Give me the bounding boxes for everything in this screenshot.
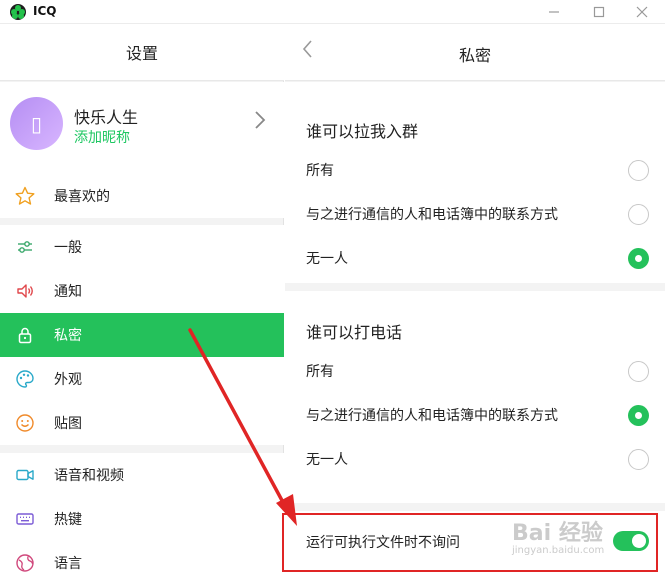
lock-icon — [14, 324, 36, 346]
option-label: 所有 — [306, 163, 334, 179]
keyboard-icon — [14, 508, 36, 530]
sidebar-item-notifications[interactable]: 通知 — [0, 269, 284, 313]
video-icon — [14, 464, 36, 486]
smiley-icon — [14, 412, 36, 434]
option-row[interactable]: 与之进行通信的人和电话簿中的联系方式 — [285, 393, 665, 437]
star-icon — [14, 185, 36, 207]
sidebar-item-label: 热键 — [54, 512, 82, 528]
option-row[interactable]: 与之进行通信的人和电话簿中的联系方式 — [285, 192, 665, 236]
sidebar-item-language[interactable]: 语言 — [0, 541, 284, 579]
watermark-text: Bai 经验 — [512, 521, 603, 546]
sidebar-title: 设置 — [0, 24, 284, 81]
section-who-can-call: 谁可以打电话 所有 与之进行通信的人和电话簿中的联系方式 无一人 — [285, 291, 665, 503]
watermark-url: jingyan.baidu.com — [512, 545, 605, 556]
title-bar: ICQ — [0, 0, 665, 24]
app-title: ICQ — [33, 4, 57, 18]
icq-logo-icon — [10, 4, 26, 20]
sidebar-item-label: 通知 — [54, 284, 82, 300]
sidebar-item-privacy[interactable]: 私密 — [0, 313, 284, 357]
sidebar-group-main: 一般 通知 私密 外观 贴图 — [0, 225, 284, 445]
radio-button-selected[interactable] — [628, 405, 649, 426]
maximize-icon[interactable] — [579, 0, 619, 24]
section-title: 谁可以打电话 — [306, 323, 403, 342]
avatar[interactable]: ▯ — [10, 97, 63, 150]
sidebar-item-label: 语言 — [54, 556, 82, 572]
page-title: 私密 — [458, 46, 491, 65]
close-icon[interactable] — [622, 0, 662, 24]
option-label: 无一人 — [306, 452, 348, 468]
settings-sidebar: 设置 ▯ 快乐人生 添加昵称 最喜欢的 一般 通知 私密 外观 贴图 语音和视频… — [0, 24, 284, 579]
option-label: 无一人 — [306, 251, 348, 267]
sidebar-item-stickers[interactable]: 贴图 — [0, 401, 284, 445]
minimize-icon[interactable] — [534, 0, 574, 24]
sidebar-item-label: 私密 — [54, 328, 82, 344]
profile-name: 快乐人生 — [74, 108, 139, 127]
sidebar-item-label: 一般 — [54, 240, 82, 256]
sidebar-item-label: 最喜欢的 — [54, 189, 110, 205]
option-label: 与之进行通信的人和电话簿中的联系方式 — [306, 207, 558, 223]
sidebar-item-appearance[interactable]: 外观 — [0, 357, 284, 401]
sidebar-item-label: 外观 — [54, 372, 82, 388]
section-add-to-group: 谁可以拉我入群 所有 与之进行通信的人和电话簿中的联系方式 无一人 — [285, 82, 665, 283]
sidebar-item-voice-video[interactable]: 语音和视频 — [0, 453, 284, 497]
option-row[interactable]: 所有 — [285, 148, 665, 192]
palette-icon — [14, 368, 36, 390]
sliders-icon — [14, 236, 36, 258]
radio-button-selected[interactable] — [628, 248, 649, 269]
watermark: Bai 经验 jingyan.baidu.com — [512, 515, 632, 565]
option-label: 与之进行通信的人和电话簿中的联系方式 — [306, 408, 558, 424]
option-row[interactable]: 无一人 — [285, 236, 665, 280]
radio-button[interactable] — [628, 160, 649, 181]
sidebar-group-favorites: 最喜欢的 — [0, 174, 284, 218]
sidebar-item-label: 语音和视频 — [54, 468, 124, 484]
section-title: 谁可以拉我入群 — [306, 122, 419, 141]
privacy-panel: 私密 谁可以拉我入群 所有 与之进行通信的人和电话簿中的联系方式 无一人 谁可以… — [285, 24, 665, 579]
privacy-header: 私密 — [285, 24, 665, 81]
add-nickname-link[interactable]: 添加昵称 — [74, 127, 130, 147]
speaker-icon — [14, 280, 36, 302]
option-row[interactable]: 无一人 — [285, 437, 665, 481]
sidebar-item-hotkeys[interactable]: 热键 — [0, 497, 284, 541]
option-label: 所有 — [306, 364, 334, 380]
radio-button[interactable] — [628, 449, 649, 470]
sidebar-item-favorites[interactable]: 最喜欢的 — [0, 174, 284, 218]
option-row[interactable]: 所有 — [285, 349, 665, 393]
globe-icon — [14, 552, 36, 574]
sidebar-item-general[interactable]: 一般 — [0, 225, 284, 269]
radio-button[interactable] — [628, 204, 649, 225]
sidebar-group-other: 语音和视频 热键 语言 — [0, 453, 284, 579]
radio-button[interactable] — [628, 361, 649, 382]
sidebar-item-label: 贴图 — [54, 416, 82, 432]
chevron-right-icon[interactable] — [254, 110, 266, 136]
profile-card[interactable]: ▯ 快乐人生 添加昵称 — [0, 82, 284, 188]
